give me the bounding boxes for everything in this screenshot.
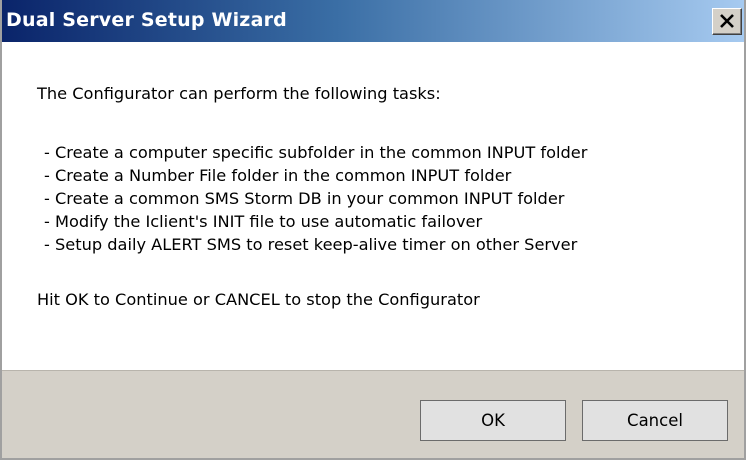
intro-text: The Configurator can perform the followi…: [37, 84, 441, 103]
task-item: - Setup daily ALERT SMS to reset keep-al…: [44, 235, 578, 254]
button-bar: OK Cancel: [2, 370, 744, 458]
cancel-button[interactable]: Cancel: [582, 400, 728, 441]
task-item: - Create a Number File folder in the com…: [44, 166, 512, 185]
close-icon: [720, 14, 734, 28]
close-button[interactable]: [712, 8, 742, 35]
task-item: - Create a computer specific subfolder i…: [44, 143, 588, 162]
task-item: - Create a common SMS Storm DB in your c…: [44, 189, 565, 208]
message-area: The Configurator can perform the followi…: [2, 42, 744, 370]
window-title: Dual Server Setup Wizard: [6, 9, 287, 31]
task-item: - Modify the Iclient's INIT file to use …: [44, 212, 483, 231]
ok-button[interactable]: OK: [420, 400, 566, 441]
dialog-window: Dual Server Setup Wizard The Configurato…: [0, 0, 746, 460]
title-bar[interactable]: Dual Server Setup Wizard: [2, 0, 744, 42]
instruction-text: Hit OK to Continue or CANCEL to stop the…: [37, 290, 480, 309]
